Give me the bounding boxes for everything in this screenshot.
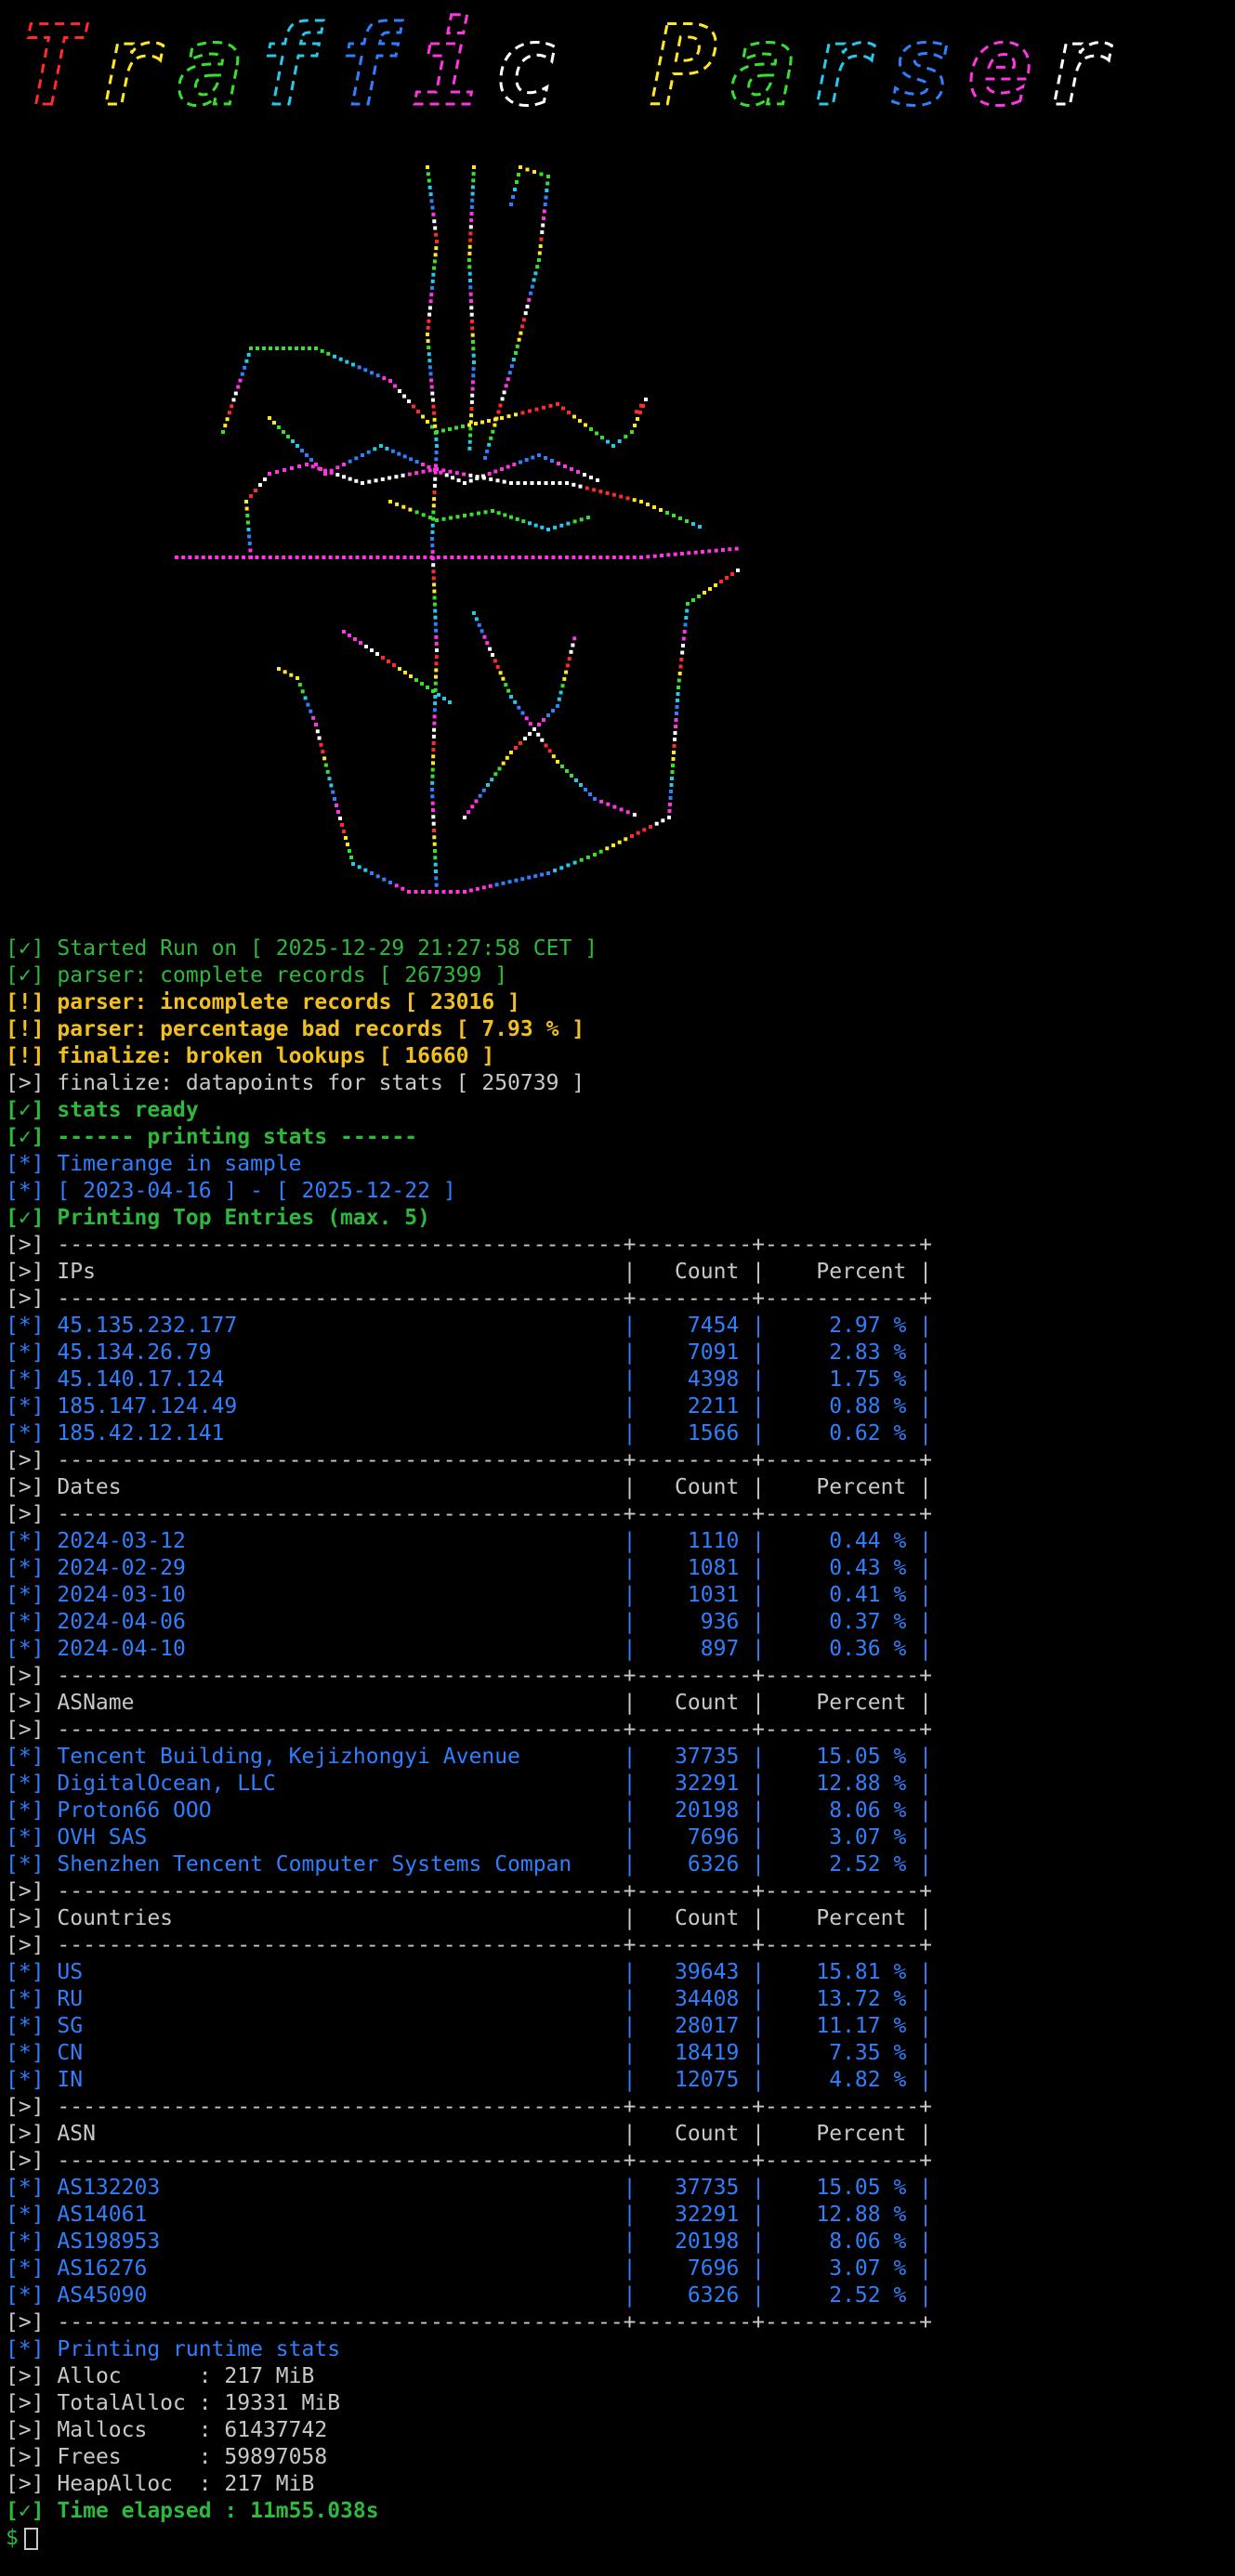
table-row: [*] 2024-03-10 | 1031 | 0.41 % |: [6, 1583, 932, 1607]
shell-prompt[interactable]: $: [6, 2525, 1232, 2552]
table-separator: [>] ------------------------------------…: [6, 1233, 932, 1257]
prompt-symbol: $: [6, 2526, 19, 2550]
table-separator: [>] ------------------------------------…: [6, 1448, 932, 1472]
table-row: [*] AS132203 | 37735 | 15.05 % |: [6, 2176, 932, 2200]
status-line: [✓] stats ready: [6, 1098, 199, 1122]
table-header: [>] IPs | Count | Percent |: [6, 1260, 932, 1284]
info-line: [>] finalize: datapoints for stats [ 250…: [6, 1071, 585, 1095]
table-header: [>] ASN | Count | Percent |: [6, 2122, 932, 2146]
table-row: [*] IN | 12075 | 4.82 % |: [6, 2068, 932, 2092]
status-line: [✓] Started Run on [ 2025-12-29 21:27:58…: [6, 936, 598, 961]
status-line: [✓] ------ printing stats ------: [6, 1125, 418, 1149]
warning-line: [!] parser: percentage bad records [ 7.9…: [6, 1017, 585, 1041]
table-row: [*] 2024-03-12 | 1110 | 0.44 % |: [6, 1529, 932, 1553]
noodle-box-ascii-art: [175, 165, 740, 894]
table-row: [*] 185.42.12.141 | 1566 | 0.62 % |: [6, 1421, 932, 1445]
table-row: [*] DigitalOcean, LLC | 32291 | 12.88 % …: [6, 1772, 932, 1796]
warning-line: [!] parser: incomplete records [ 23016 ]: [6, 990, 520, 1014]
runtime-line: [>] HeapAlloc : 217 MiB: [6, 2472, 315, 2496]
table-row: [*] 45.135.232.177 | 7454 | 2.97 % |: [6, 1314, 932, 1338]
table-row: [*] 45.140.17.124 | 4398 | 1.75 % |: [6, 1367, 932, 1392]
table-row: [*] OVH SAS | 7696 | 3.07 % |: [6, 1825, 932, 1850]
table-row: [*] SG | 28017 | 11.17 % |: [6, 2014, 932, 2038]
table-row: [*] AS14061 | 32291 | 12.88 % |: [6, 2203, 932, 2227]
warning-line: [!] finalize: broken lookups [ 16660 ]: [6, 1044, 495, 1068]
table-separator: [>] ------------------------------------…: [6, 2095, 932, 2119]
status-lines: [✓] Started Run on [ 2025-12-29 21:27:58…: [6, 935, 1232, 1232]
banner-title-text: Traffic Parser: [19, 2, 1125, 130]
runtime-line: [>] Mallocs : 61437742: [6, 2418, 328, 2442]
table-header: [>] ASName | Count | Percent |: [6, 1691, 932, 1715]
top-entries-tables: [>] ------------------------------------…: [6, 1232, 1232, 2336]
table-row: [*] 45.134.26.79 | 7091 | 2.83 % |: [6, 1340, 932, 1365]
info-line: [*] Timerange in sample: [6, 1152, 302, 1176]
table-row: [*] CN | 18419 | 7.35 % |: [6, 2041, 932, 2065]
table-row: [*] 185.147.124.49 | 2211 | 0.88 % |: [6, 1394, 932, 1419]
terminal-output: [✓] Started Run on [ 2025-12-29 21:27:58…: [6, 935, 1232, 2552]
table-separator: [>] ------------------------------------…: [6, 2310, 932, 2334]
table-separator: [>] ------------------------------------…: [6, 1502, 932, 1526]
runtime-heading: [*] Printing runtime stats: [6, 2337, 341, 2361]
table-separator: [>] ------------------------------------…: [6, 1287, 932, 1311]
table-row: [*] 2024-04-06 | 936 | 0.37 % |: [6, 1610, 932, 1634]
runtime-line: [>] TotalAlloc : 19331 MiB: [6, 2391, 341, 2415]
table-row: [*] 2024-02-29 | 1081 | 0.43 % |: [6, 1556, 932, 1580]
ascii-title-banner: Traffic Parser: [18, 1, 1125, 132]
table-row: [*] RU | 34408 | 13.72 % |: [6, 1987, 932, 2011]
elapsed-line: [✓] Time elapsed : 11m55.038s: [6, 2499, 379, 2523]
table-row: [*] AS45090 | 6326 | 2.52 % |: [6, 2283, 932, 2308]
table-header: [>] Countries | Count | Percent |: [6, 1906, 932, 1930]
table-header: [>] Dates | Count | Percent |: [6, 1475, 932, 1499]
runtime-line: [>] Alloc : 217 MiB: [6, 2364, 315, 2388]
table-separator: [>] ------------------------------------…: [6, 1664, 932, 1688]
terminal-cursor[interactable]: [23, 2527, 38, 2550]
table-row: [*] Tencent Building, Kejizhongyi Avenue…: [6, 1745, 932, 1769]
runtime-line: [>] Frees : 59897058: [6, 2445, 328, 2469]
status-line: [✓] Printing Top Entries (max. 5): [6, 1206, 430, 1230]
runtime-stats: [*] Printing runtime stats [>] Alloc : 2…: [6, 2336, 1232, 2552]
table-row: [*] AS16276 | 7696 | 3.07 % |: [6, 2256, 932, 2281]
table-row: [*] US | 39643 | 15.81 % |: [6, 1960, 932, 1984]
table-separator: [>] ------------------------------------…: [6, 1718, 932, 1742]
info-line: [*] [ 2023-04-16 ] - [ 2025-12-22 ]: [6, 1179, 456, 1203]
table-row: [*] 2024-04-10 | 897 | 0.36 % |: [6, 1637, 932, 1661]
status-line: [✓] parser: complete records [ 267399 ]: [6, 963, 508, 987]
table-separator: [>] ------------------------------------…: [6, 1933, 932, 1957]
table-row: [*] Shenzhen Tencent Computer Systems Co…: [6, 1852, 932, 1876]
table-row: [*] AS198953 | 20198 | 8.06 % |: [6, 2229, 932, 2254]
table-row: [*] Proton66 OOO | 20198 | 8.06 % |: [6, 1798, 932, 1823]
table-separator: [>] ------------------------------------…: [6, 1879, 932, 1903]
table-separator: [>] ------------------------------------…: [6, 2149, 932, 2173]
